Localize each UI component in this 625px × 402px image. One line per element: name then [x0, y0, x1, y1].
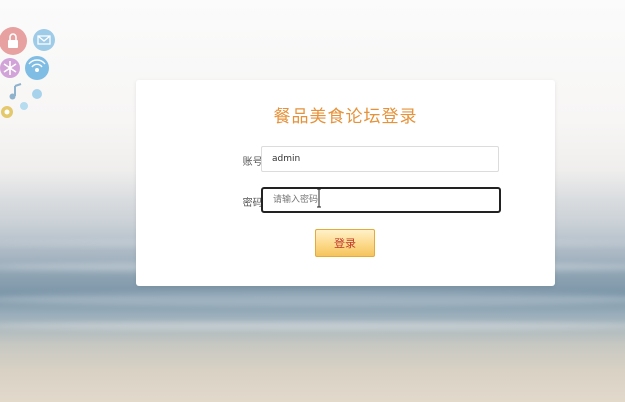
logo-cluster [0, 27, 55, 118]
lock-icon [0, 27, 27, 55]
mail-icon [33, 29, 55, 51]
username-input[interactable] [261, 146, 499, 172]
dot-icon [32, 89, 42, 99]
password-input[interactable] [261, 187, 501, 213]
music-note-icon [9, 83, 22, 100]
login-button[interactable]: 登录 [315, 229, 375, 257]
login-title: 餐品美食论坛登录 [273, 107, 418, 127]
login-card: 餐品美食论坛登录 账号: 密码: 登录 [136, 80, 555, 286]
login-page: 餐品美食论坛登录 账号: 密码: 登录 [0, 0, 625, 402]
dot-icon [20, 102, 28, 110]
background-wave [0, 292, 625, 306]
asterisk-icon [0, 58, 20, 78]
username-label: 账号: [242, 157, 266, 168]
wifi-icon [25, 56, 49, 80]
password-label: 密码: [242, 198, 266, 209]
text-cursor-icon [317, 188, 321, 208]
circle-icon [1, 106, 13, 118]
background-wave [0, 322, 625, 330]
